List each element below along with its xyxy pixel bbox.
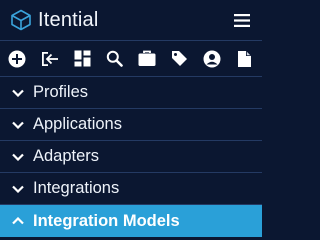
chevron-down-icon: [10, 181, 26, 197]
hamburger-menu-icon[interactable]: [232, 10, 252, 30]
chevron-down-icon: [10, 85, 26, 101]
user-circle-icon[interactable]: [202, 49, 222, 69]
chevron-down-icon: [10, 117, 26, 133]
nav-menu: Profiles Applications Adapters Integrati…: [0, 77, 262, 237]
app-header: Itential: [0, 0, 262, 41]
nav-item-label: Applications: [33, 115, 122, 133]
nav-item-integration-models[interactable]: Integration Models: [0, 205, 262, 237]
search-icon[interactable]: [105, 49, 125, 69]
toolbar: [0, 41, 262, 77]
nav-item-integrations[interactable]: Integrations: [0, 173, 262, 205]
sign-out-icon[interactable]: [40, 49, 60, 69]
nav-item-label: Adapters: [33, 147, 100, 165]
brand-name: Itential: [38, 8, 99, 31]
nav-item-label: Integrations: [33, 179, 120, 197]
nav-item-adapters[interactable]: Adapters: [0, 141, 262, 173]
side-panel: Itential Profiles Applications Adapters …: [0, 0, 262, 240]
nav-item-applications[interactable]: Applications: [0, 109, 262, 141]
add-circle-icon[interactable]: [7, 49, 27, 69]
chevron-up-icon: [10, 213, 26, 229]
nav-item-label: Profiles: [33, 83, 89, 101]
briefcase-icon[interactable]: [137, 49, 157, 69]
nav-item-profiles[interactable]: Profiles: [0, 77, 262, 109]
tag-icon[interactable]: [170, 49, 190, 69]
dashboard-grid-icon[interactable]: [72, 49, 92, 69]
nav-item-label: Integration Models: [33, 211, 180, 230]
file-icon[interactable]: [235, 49, 255, 69]
chevron-down-icon: [10, 149, 26, 165]
itential-cube-logo-icon: [10, 9, 32, 31]
